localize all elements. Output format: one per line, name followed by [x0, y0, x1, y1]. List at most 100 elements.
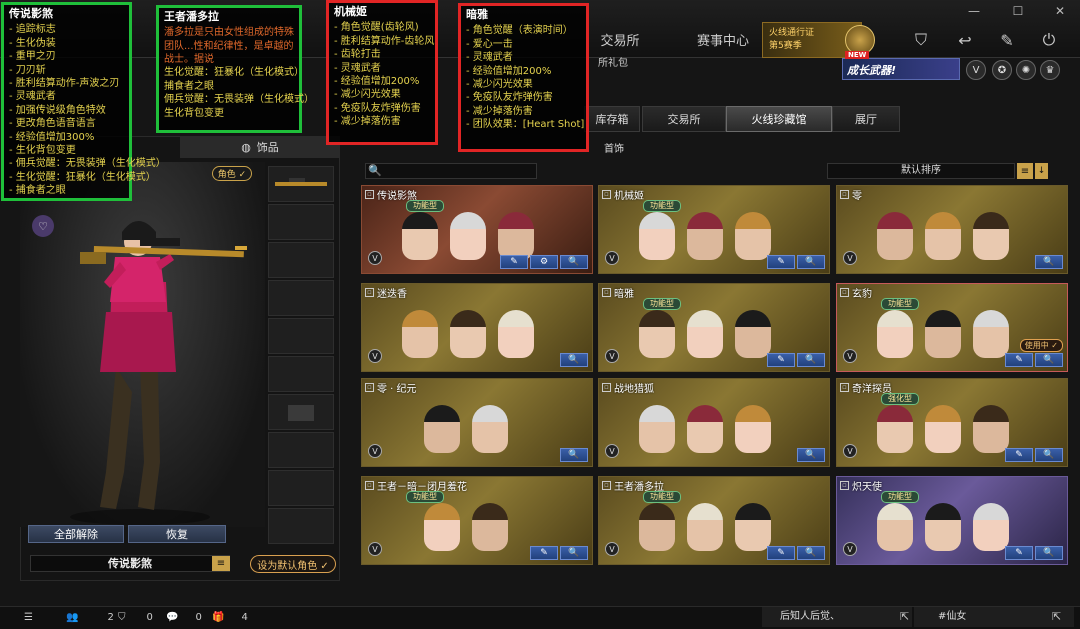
menu-icon[interactable]: ≡ — [212, 556, 230, 571]
equip-slot[interactable] — [268, 242, 334, 278]
edit-icon[interactable]: ✎ — [767, 255, 795, 269]
note-line: - 佣兵觉醒：无畏装弹（生化模式） — [9, 158, 166, 170]
return-icon[interactable]: ↩ — [948, 26, 982, 54]
search-icon[interactable]: 🔍 — [1035, 448, 1063, 462]
v-rank-icon: V — [368, 542, 382, 556]
edit-icon[interactable]: ✎ — [767, 353, 795, 367]
minimize-button[interactable]: — — [954, 0, 994, 22]
in-use-badge[interactable]: 使用中 ✓ — [1019, 339, 1063, 352]
chat-count[interactable]: 💬 0 — [166, 609, 202, 625]
equip-slot[interactable] — [268, 470, 334, 506]
rifle-icon — [275, 178, 327, 186]
search-icon[interactable]: 🔍 — [797, 448, 825, 462]
tab-trade[interactable]: 交易所 — [642, 106, 726, 132]
weapon-slot[interactable] — [268, 166, 334, 202]
edit-icon[interactable]: ✎ — [530, 546, 558, 560]
edit-icon[interactable]: ✎ — [500, 255, 528, 269]
heart-icon[interactable]: ♡ — [32, 215, 54, 237]
search-icon[interactable]: 🔍 — [1035, 546, 1063, 560]
search-icon[interactable]: 🔍 — [1035, 255, 1063, 269]
wrench-icon[interactable]: ✎ — [990, 26, 1024, 54]
character-portrait — [498, 212, 534, 260]
equip-slot[interactable] — [268, 356, 334, 392]
close-button[interactable]: ✕ — [1040, 0, 1080, 22]
equip-slot[interactable] — [268, 280, 334, 316]
accessory-item-icon — [288, 405, 314, 421]
lock-icon: ▫ — [365, 383, 374, 392]
edit-icon[interactable]: ✎ — [1005, 546, 1033, 560]
search-icon[interactable]: 🔍 — [560, 255, 588, 269]
v-rank-icon[interactable]: V — [966, 60, 986, 80]
sort-dropdown[interactable]: 默认排序 — [827, 163, 1015, 179]
tab-accessory[interactable]: ◍ 饰品 — [180, 136, 340, 158]
character-card[interactable]: ▫ 零 · 纪元 V 🔍 — [361, 378, 593, 467]
set-default-role-button[interactable]: 设为默认角色 ✓ — [250, 555, 336, 573]
tab-exchange[interactable]: 交易所 — [590, 20, 650, 58]
gift-count[interactable]: 🎁 4 — [212, 609, 248, 625]
search-icon[interactable]: 🔍 — [560, 353, 588, 367]
maximize-button[interactable]: ☐ — [998, 0, 1038, 22]
v-rank-icon: V — [368, 444, 382, 458]
broadcast-ticker-2[interactable]: #仙女 — [914, 607, 1074, 627]
tab-storage-box[interactable]: 库存箱 — [584, 106, 640, 132]
character-card[interactable]: ▫ 王者潘多拉 功能型 V 🔍 ✎ — [598, 476, 830, 565]
character-card[interactable]: ▫ 传说影煞 功能型 V 🔍 ⚙ ✎ — [361, 185, 593, 274]
sort-down-icon[interactable]: ↓ — [1035, 163, 1048, 179]
edit-icon[interactable]: ✎ — [1005, 448, 1033, 462]
character-card[interactable]: ▫ 王者－暗－闭月羞花 功能型 V 🔍 ✎ — [361, 476, 593, 565]
character-card[interactable]: ▫ 炽天使 功能型 V 🔍 ✎ — [836, 476, 1068, 565]
crown-icon[interactable]: ♛ — [1040, 60, 1060, 80]
shop-gift-link[interactable]: 所礼包 — [598, 54, 658, 69]
search-icon[interactable]: 🔍 — [1035, 353, 1063, 367]
search-input[interactable] — [365, 163, 537, 179]
list-view-icon[interactable]: ≡ — [1017, 163, 1033, 179]
equip-slot[interactable] — [268, 394, 334, 430]
search-icon[interactable]: 🔍 — [560, 546, 588, 560]
note-line: - 减少掉落伤害 — [334, 116, 401, 128]
note-line: - 捕食者之眼 — [9, 185, 66, 197]
edit-icon[interactable]: ✎ — [767, 546, 795, 560]
note-line: - 胜利结算动作-声波之刃 — [9, 78, 120, 90]
gear-icon[interactable]: ⚙ — [530, 255, 558, 269]
character-card[interactable]: ▫ 暗雅 功能型 V 🔍 ✎ — [598, 283, 830, 372]
broadcast-ticker[interactable]: 后知人后觉、 — [762, 607, 912, 627]
expand-icon[interactable]: ⇱ — [1052, 610, 1061, 623]
character-card[interactable]: ▫ 迷迭香 V 🔍 — [361, 283, 593, 372]
character-card[interactable]: ▫ 战地猎狐 V 🔍 — [598, 378, 830, 467]
v-rank-icon: V — [368, 251, 382, 265]
character-card[interactable]: ▫ 奇洋探员 强化型 V 🔍 ✎ — [836, 378, 1068, 467]
equip-slot[interactable] — [268, 432, 334, 468]
restore-button[interactable]: 恢复 — [128, 525, 226, 543]
edit-icon[interactable]: ✎ — [1005, 353, 1033, 367]
card-name: 零 — [852, 191, 862, 202]
menu-icon[interactable]: ☰ — [24, 609, 33, 625]
search-icon[interactable]: 🔍 — [797, 255, 825, 269]
equip-slot[interactable] — [268, 508, 334, 544]
tab-showroom[interactable]: 展厅 — [832, 106, 900, 132]
shield-icon[interactable]: ⛉ — [904, 26, 938, 54]
v-rank-icon: V — [843, 444, 857, 458]
friends-count[interactable]: 👥 2 — [66, 609, 114, 625]
search-icon[interactable]: 🔍 — [560, 448, 588, 462]
clan-count[interactable]: ⛉ 0 — [118, 609, 153, 625]
character-name-field[interactable]: 传说影煞 — [30, 555, 230, 572]
search-icon[interactable]: 🔍 — [797, 353, 825, 367]
equip-slot[interactable] — [268, 204, 334, 240]
expand-icon[interactable]: ⇱ — [900, 610, 909, 623]
reset-all-button[interactable]: 全部解除 — [28, 525, 124, 543]
character-card[interactable]: ▫ 零 V 🔍 — [836, 185, 1068, 274]
growth-weapon-banner[interactable]: NEW 成长武器! — [842, 51, 960, 80]
character-card[interactable]: ▫ 机械姬 功能型 V 🔍 ✎ — [598, 185, 830, 274]
role-badge[interactable]: 角色 ✓ — [212, 166, 252, 181]
note-line: - 生化伪装 — [9, 37, 56, 49]
gear-badge-icon[interactable]: ✺ — [1016, 60, 1036, 80]
tab-collection-hall[interactable]: 火线珍藏馆 — [726, 106, 832, 132]
lock-icon: ▫ — [365, 190, 374, 199]
tab-event-center[interactable]: 赛事中心 — [676, 20, 770, 58]
badge-icon[interactable]: ✪ — [992, 60, 1012, 80]
search-icon[interactable]: 🔍 — [368, 164, 382, 178]
power-icon[interactable]: ⏻ — [1032, 26, 1066, 54]
equip-slot[interactable] — [268, 318, 334, 354]
search-icon[interactable]: 🔍 — [797, 546, 825, 560]
character-card[interactable]: ▫ 玄豹 功能型 V 使用中 ✓ 🔍 ✎ — [836, 283, 1068, 372]
